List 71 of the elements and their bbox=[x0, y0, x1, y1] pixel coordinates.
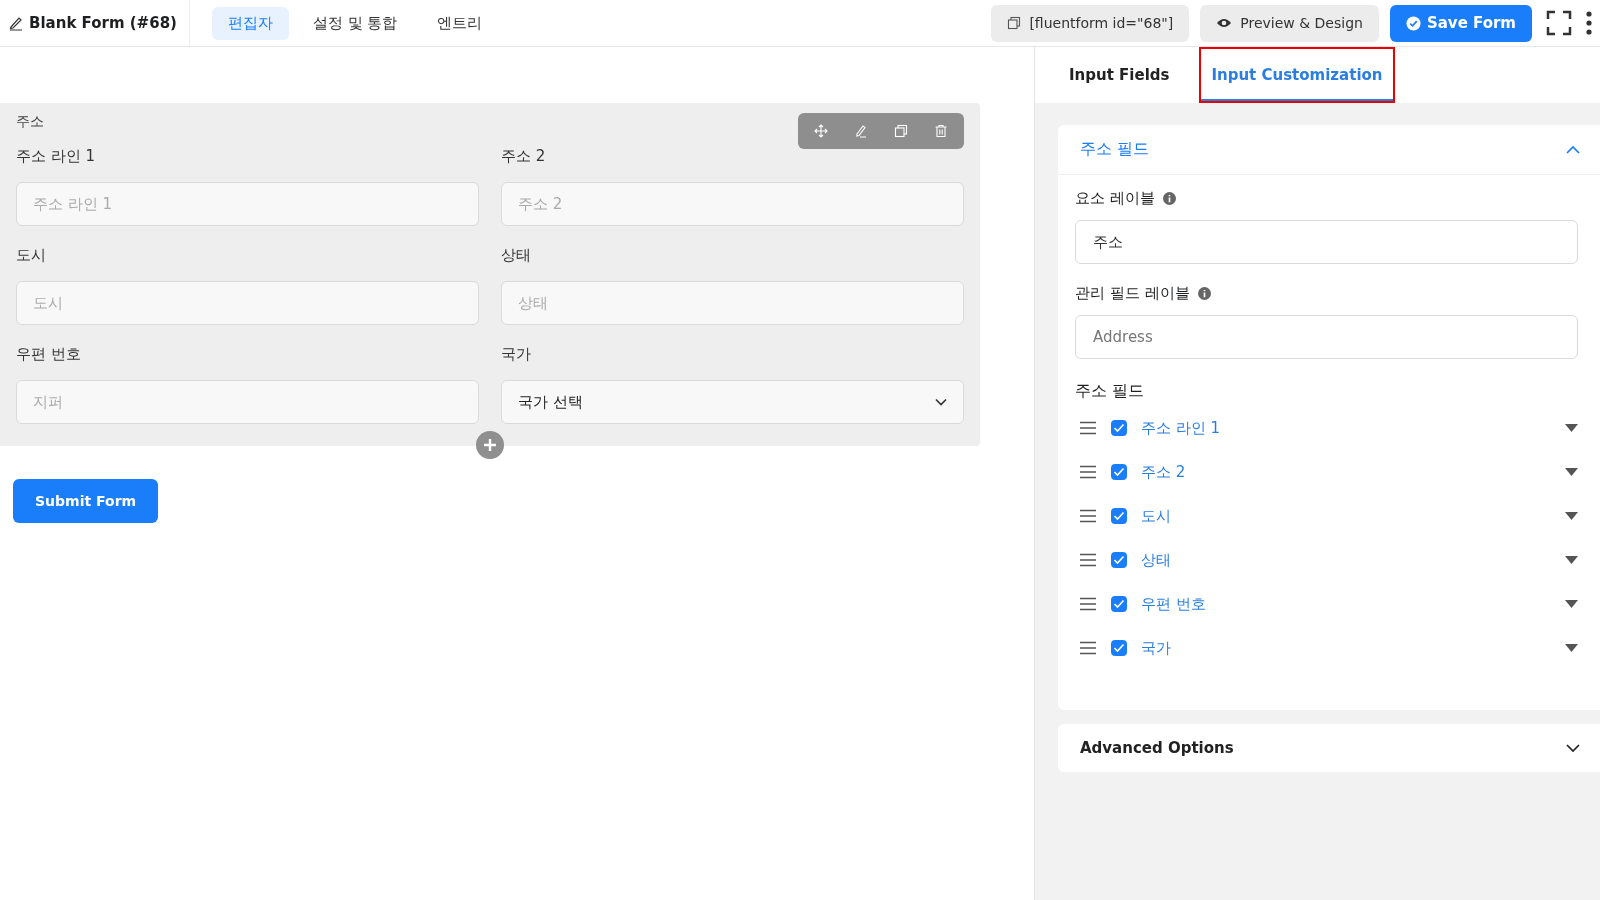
checkbox[interactable] bbox=[1111, 464, 1127, 480]
move-icon[interactable] bbox=[814, 124, 828, 138]
field-label: 국가 bbox=[501, 345, 532, 364]
submit-button[interactable]: Submit Form bbox=[13, 479, 159, 523]
nav-tab[interactable]: 편집자 bbox=[211, 6, 289, 40]
check-circle-icon bbox=[1405, 15, 1421, 31]
caret-down-icon[interactable] bbox=[1565, 424, 1578, 432]
input-field[interactable]: 주소 2 bbox=[501, 182, 964, 226]
caret-down-icon[interactable] bbox=[1565, 556, 1578, 564]
drag-handle-icon[interactable] bbox=[1079, 509, 1097, 523]
caret-down-icon[interactable] bbox=[1565, 512, 1578, 520]
panel-tab[interactable]: Input Customization bbox=[1199, 47, 1395, 103]
setting-label: 요소 레이블 bbox=[1075, 189, 1155, 208]
nav-tab[interactable]: 설정 및 통합 bbox=[296, 6, 414, 40]
drag-handle-icon[interactable] bbox=[1079, 421, 1097, 435]
country-select[interactable]: 국가 선택 bbox=[501, 380, 964, 424]
field-label: 우편 번호 bbox=[16, 345, 82, 364]
field-label: 주소 2 bbox=[501, 147, 547, 166]
advanced-options-header[interactable]: Advanced Options bbox=[1058, 724, 1600, 772]
more-icon[interactable] bbox=[1586, 11, 1592, 35]
drag-handle-icon[interactable] bbox=[1079, 597, 1097, 611]
subfield-label[interactable]: 상태 bbox=[1141, 550, 1551, 570]
save-button[interactable]: Save Form bbox=[1389, 4, 1532, 42]
drag-handle-icon[interactable] bbox=[1079, 641, 1097, 655]
checkbox[interactable] bbox=[1111, 640, 1127, 656]
fullscreen-icon[interactable] bbox=[1546, 10, 1572, 36]
input-field[interactable]: 상태 bbox=[501, 281, 964, 325]
copy-icon[interactable] bbox=[894, 124, 908, 138]
nav-tab[interactable]: 엔트리 bbox=[421, 6, 499, 40]
pencil-icon bbox=[8, 15, 24, 31]
shortcode-button[interactable]: [fluentform id="68"] bbox=[991, 4, 1190, 42]
add-icon[interactable] bbox=[476, 431, 504, 459]
caret-down-icon[interactable] bbox=[1565, 600, 1578, 608]
section-header[interactable]: 주소 필드 bbox=[1058, 125, 1600, 175]
subfield-label[interactable]: 주소 라인 1 bbox=[1141, 418, 1551, 438]
chevron-down-icon bbox=[1566, 743, 1580, 753]
subfield-label[interactable]: 국가 bbox=[1141, 638, 1551, 658]
subfield-label[interactable]: 도시 bbox=[1141, 506, 1551, 526]
field-label: 주소 라인 1 bbox=[16, 147, 97, 166]
panel-tab[interactable]: Input Fields bbox=[1057, 47, 1182, 103]
address-field-block[interactable]: 주소 주소 라인 1 주소 라인 1 주소 2 주소 2 도시 도시 상태 상태 우편 번호 지퍼 국가 국가 선택 bbox=[0, 103, 980, 446]
drag-handle-icon[interactable] bbox=[1079, 553, 1097, 567]
chevron-down-icon bbox=[935, 398, 947, 406]
input-field[interactable]: 주소 bbox=[1075, 220, 1578, 264]
setting-label: 주소 필드 bbox=[1075, 381, 1146, 402]
subfield-label[interactable]: 우편 번호 bbox=[1141, 594, 1551, 614]
form-title: Blank Form (#68) bbox=[29, 14, 177, 32]
copy-icon bbox=[1007, 16, 1022, 30]
caret-down-icon[interactable] bbox=[1565, 644, 1578, 652]
checkbox[interactable] bbox=[1111, 552, 1127, 568]
checkbox[interactable] bbox=[1111, 596, 1127, 612]
caret-down-icon[interactable] bbox=[1565, 468, 1578, 476]
drag-handle-icon[interactable] bbox=[1079, 465, 1097, 479]
field-label: 도시 bbox=[16, 246, 47, 265]
chevron-up-icon bbox=[1566, 145, 1580, 154]
checkbox[interactable] bbox=[1111, 420, 1127, 436]
info-icon bbox=[1162, 192, 1176, 205]
input-field[interactable]: 주소 라인 1 bbox=[16, 182, 479, 226]
info-icon bbox=[1197, 287, 1211, 300]
pencil-icon[interactable] bbox=[854, 124, 868, 138]
field-label: 상태 bbox=[501, 246, 532, 265]
preview-button[interactable]: Preview & Design bbox=[1200, 4, 1379, 42]
input-field[interactable]: 도시 bbox=[16, 281, 479, 325]
eye-icon bbox=[1216, 17, 1233, 29]
trash-icon[interactable] bbox=[934, 124, 948, 138]
subfield-label[interactable]: 주소 2 bbox=[1141, 462, 1551, 482]
field-label: 주소 bbox=[16, 113, 44, 131]
checkbox[interactable] bbox=[1111, 508, 1127, 524]
setting-label: 관리 필드 레이블 bbox=[1075, 284, 1190, 303]
input-field[interactable]: Address bbox=[1075, 315, 1578, 359]
input-field[interactable]: 지퍼 bbox=[16, 380, 479, 424]
